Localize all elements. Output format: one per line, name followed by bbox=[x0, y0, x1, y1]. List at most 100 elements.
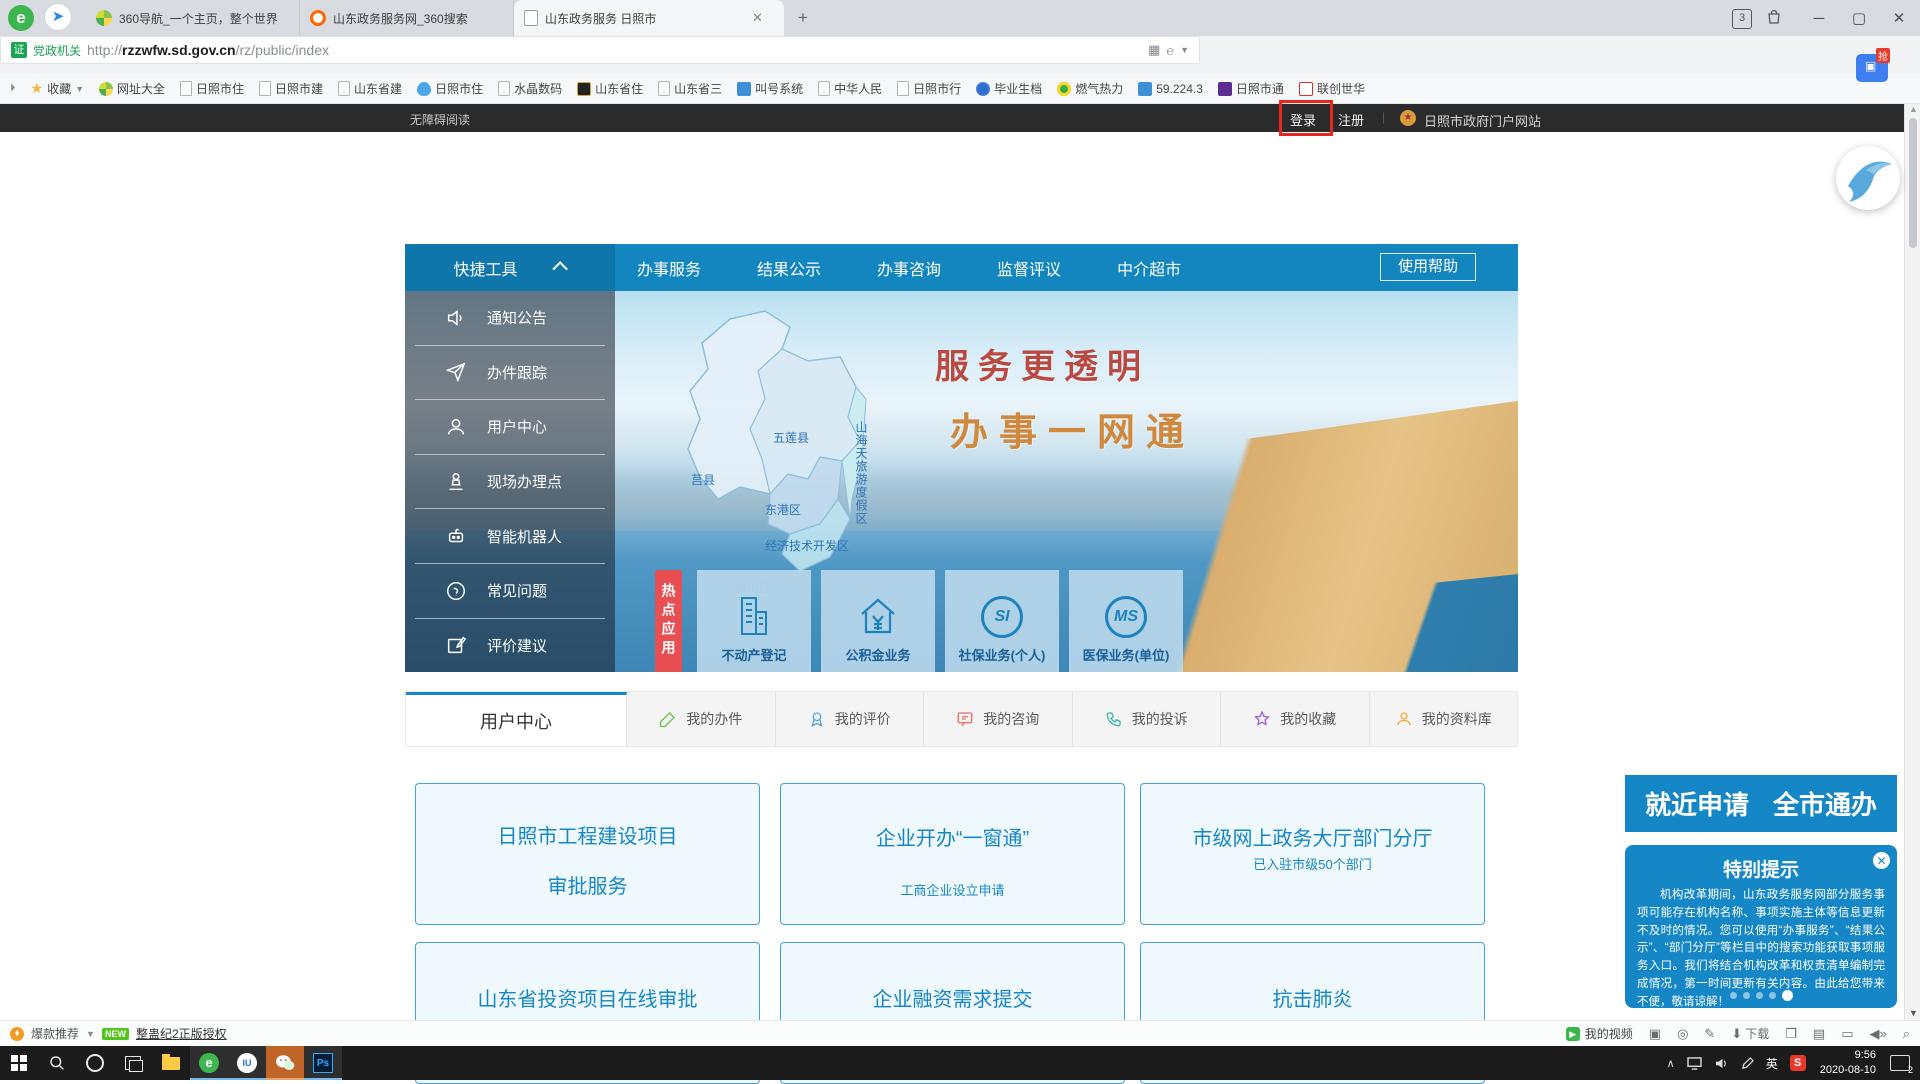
qr-grid-icon[interactable]: ▦ bbox=[1148, 42, 1160, 58]
brush-icon[interactable]: ✎ bbox=[1704, 1026, 1715, 1042]
bookmark-item[interactable]: 中华人民 bbox=[818, 80, 882, 97]
bookmark-item[interactable]: 燃气热力 bbox=[1057, 80, 1123, 97]
promo-label[interactable]: 爆款推荐 bbox=[31, 1025, 79, 1042]
bookmark-item[interactable]: 日照市通 bbox=[1218, 80, 1284, 97]
download-button[interactable]: ⬇下载 bbox=[1731, 1025, 1769, 1042]
bookmark-item[interactable]: 日照市住 bbox=[180, 80, 244, 97]
card-one-window[interactable]: 企业开办“一窗通” 工商企业设立申请 bbox=[780, 783, 1125, 925]
quick-tools-header[interactable]: 快捷工具 bbox=[405, 244, 615, 291]
tab-user-center[interactable]: 用户中心 bbox=[406, 692, 627, 746]
scroll-up-icon[interactable]: ▲ bbox=[1909, 104, 1918, 114]
nav-item-supervision[interactable]: 监督评议 bbox=[997, 256, 1061, 280]
window-maximize-button[interactable]: ▢ bbox=[1840, 0, 1878, 36]
tab-count-badge[interactable]: 3 bbox=[1732, 9, 1752, 29]
tab-active-rizhao[interactable]: 山东政务服务 日照市 ✕ bbox=[514, 0, 784, 36]
pen-icon[interactable] bbox=[1741, 1057, 1754, 1070]
district-label-donggang[interactable]: 东港区 bbox=[765, 501, 801, 518]
taskbar-photoshop[interactable]: Ps bbox=[304, 1046, 342, 1080]
tab-my-reviews[interactable]: 我的评价 bbox=[776, 692, 925, 746]
collapse-icon[interactable]: ⏵ bbox=[10, 82, 16, 95]
start-button[interactable] bbox=[0, 1046, 38, 1080]
district-label-shanhaitian[interactable]: 山海天旅游度假区 bbox=[853, 421, 870, 525]
tab-my-complaints[interactable]: 我的投诉 bbox=[1073, 692, 1222, 746]
url-input[interactable]: 证 党政机关 http://rzzwfw.sd.gov.cn/rz/public… bbox=[0, 36, 1200, 64]
bookmark-item[interactable]: 叫号系统 bbox=[737, 80, 803, 97]
nearby-apply-button[interactable]: 就近申请 bbox=[1645, 785, 1749, 822]
network-icon[interactable] bbox=[1687, 1057, 1702, 1070]
bookmark-item[interactable]: 日照市住 bbox=[417, 80, 483, 97]
sidebar-item-robot[interactable]: 智能机器人 bbox=[415, 509, 605, 564]
page-scrollbar[interactable]: ▲ ▼ bbox=[1904, 104, 1920, 1020]
file-explorer-button[interactable] bbox=[152, 1046, 190, 1080]
taskbar-iu-app[interactable]: IU bbox=[228, 1046, 266, 1080]
bookmark-item[interactable]: 毕业生档 bbox=[976, 80, 1042, 97]
sidebar-item-user-center[interactable]: 用户中心 bbox=[415, 400, 605, 455]
bookmark-item[interactable]: 山东省住 bbox=[577, 80, 643, 97]
favorites-menu[interactable]: ★ 收藏 ▼ bbox=[31, 80, 85, 97]
nav-item-results[interactable]: 结果公示 bbox=[757, 256, 821, 280]
citywide-button[interactable]: 全市通办 bbox=[1773, 785, 1877, 822]
dot-active[interactable] bbox=[1782, 990, 1793, 1001]
district-label-wulian[interactable]: 五莲县 bbox=[773, 429, 809, 446]
window-minimize-button[interactable]: ─ bbox=[1800, 0, 1838, 36]
notification-center-icon[interactable]: 2 bbox=[1890, 1055, 1910, 1071]
card-dept-halls[interactable]: 市级网上政务大厅部门分厅 已入驻市级50个部门 bbox=[1140, 783, 1485, 925]
bookmark-item[interactable]: 日照市建 bbox=[259, 80, 323, 97]
app-medical-insurance[interactable]: MS 医保业务(单位) bbox=[1069, 570, 1183, 672]
promo-link[interactable]: 整蛊纪2正版授权 bbox=[136, 1025, 227, 1042]
tab-close-icon[interactable]: ✕ bbox=[752, 10, 763, 26]
register-link[interactable]: 注册 bbox=[1338, 110, 1364, 129]
taskbar-wechat[interactable] bbox=[266, 1046, 304, 1080]
clock[interactable]: 9:56 2020-08-10 bbox=[1820, 1048, 1876, 1078]
sogou-icon[interactable]: S bbox=[1790, 1055, 1806, 1071]
nav-item-services[interactable]: 办事服务 bbox=[637, 256, 701, 280]
taskbar-360-browser[interactable]: e bbox=[190, 1046, 228, 1080]
tab-my-consults[interactable]: 我的咨询 bbox=[924, 692, 1073, 746]
dot[interactable] bbox=[1769, 992, 1776, 999]
browser-360-logo-icon[interactable]: e bbox=[8, 5, 34, 31]
sidebar-item-notices[interactable]: 通知公告 bbox=[415, 291, 605, 346]
promo-caret-icon[interactable]: ▼ bbox=[86, 1029, 95, 1039]
tab-my-library[interactable]: 我的资料库 bbox=[1370, 692, 1518, 746]
district-label-kaifaqu[interactable]: 经济技术开发区 bbox=[765, 537, 849, 554]
sidebar-item-faq[interactable]: 常见问题 bbox=[415, 564, 605, 619]
volume-icon[interactable] bbox=[1714, 1057, 1729, 1070]
speaker-icon[interactable]: ◀» bbox=[1869, 1026, 1886, 1042]
nav-item-consult[interactable]: 办事咨询 bbox=[877, 256, 941, 280]
bookmark-item[interactable]: 山东省建 bbox=[338, 80, 402, 97]
tab-360-nav[interactable]: 360导航_一个主页，整个世界 bbox=[86, 0, 300, 36]
tab-my-items[interactable]: 我的办件 bbox=[627, 692, 776, 746]
tab-360-search[interactable]: 山东政务服务网_360搜索 bbox=[300, 0, 514, 36]
keyboard-icon[interactable]: ▤ bbox=[1813, 1026, 1825, 1042]
url-dropdown-icon[interactable]: ▼ bbox=[1180, 45, 1189, 55]
plugin-icon[interactable]: ◎ bbox=[1677, 1026, 1688, 1042]
tab-my-favorites[interactable]: 我的收藏 bbox=[1221, 692, 1370, 746]
sidebar-item-feedback[interactable]: 评价建议 bbox=[415, 619, 605, 672]
bookmark-item[interactable]: 网址大全 bbox=[99, 80, 165, 97]
window-close-button[interactable]: ✕ bbox=[1880, 0, 1918, 36]
compass-icon[interactable]: ➤ bbox=[44, 3, 72, 31]
bag-icon[interactable] bbox=[1766, 9, 1782, 25]
new-tab-button[interactable]: + bbox=[798, 8, 808, 28]
sidebar-item-tracking[interactable]: 办件跟踪 bbox=[415, 346, 605, 401]
bird-service-widget[interactable] bbox=[1836, 146, 1900, 210]
tray-expand-icon[interactable]: ∧ bbox=[1667, 1057, 1675, 1070]
red-packet-widget[interactable]: ▣ 抢 bbox=[1856, 54, 1888, 82]
bookmark-item[interactable]: 59.224.3 bbox=[1138, 82, 1203, 96]
screenshot-icon[interactable]: ▣ bbox=[1649, 1026, 1661, 1042]
card-construction-approval[interactable]: 日照市工程建设项目 审批服务 bbox=[415, 783, 760, 925]
portal-link[interactable]: 日照市政府门户网站 bbox=[1424, 111, 1541, 130]
district-label-juxian[interactable]: 莒县 bbox=[691, 471, 715, 488]
bookmark-item[interactable]: 水晶数码 bbox=[498, 80, 562, 97]
monitor-icon[interactable]: ▭ bbox=[1841, 1026, 1853, 1042]
ie-mode-icon[interactable]: ℮ bbox=[1166, 43, 1174, 58]
app-real-estate[interactable]: 不动产登记 bbox=[697, 570, 811, 672]
ime-indicator[interactable]: 英 bbox=[1766, 1055, 1778, 1072]
cortana-button[interactable] bbox=[76, 1046, 114, 1080]
task-view-button[interactable] bbox=[114, 1046, 152, 1080]
close-icon[interactable]: ✕ bbox=[1873, 852, 1890, 869]
my-video-button[interactable]: ▶ 我的视频 bbox=[1566, 1025, 1633, 1042]
bookmark-item[interactable]: 联创世华 bbox=[1299, 80, 1365, 97]
zoom-icon[interactable]: ⌕ bbox=[1903, 1026, 1910, 1042]
window-split-icon[interactable]: ❒ bbox=[1785, 1026, 1797, 1042]
